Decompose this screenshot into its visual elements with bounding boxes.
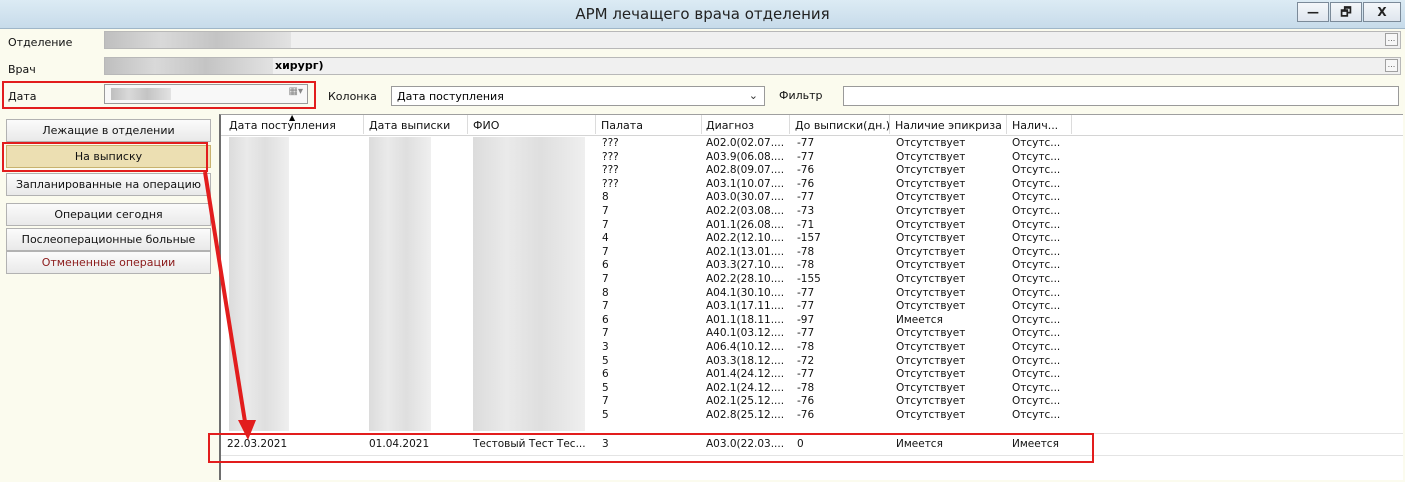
arrow-head bbox=[238, 420, 256, 440]
annotation-arrow bbox=[203, 171, 256, 440]
arrow-line bbox=[203, 171, 248, 429]
